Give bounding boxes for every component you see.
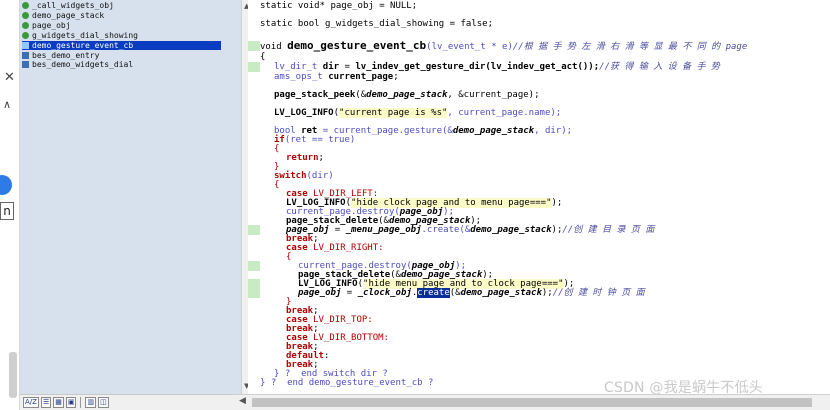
tree-item-label: bes_demo_widgets_dial xyxy=(32,60,134,69)
sort-az-button[interactable]: A/Z xyxy=(23,397,39,408)
change-marker xyxy=(248,225,260,235)
scrollbar-thumb[interactable] xyxy=(9,352,17,398)
code-editor[interactable]: static void* page_obj = NULL; static boo… xyxy=(248,0,830,394)
tree-item-g-widgets-dial-showing[interactable]: g_widgets_dial_showing xyxy=(22,31,222,40)
code-line: if(ret == true) xyxy=(274,135,356,145)
code-line: static void* page_obj = NULL; xyxy=(260,1,418,11)
code-line: page_obj = _menu_page_obj.create(&demo_p… xyxy=(286,225,655,235)
tree-item-label: _call_widgets_obj xyxy=(32,1,114,10)
code-line: { xyxy=(286,252,292,262)
code-line: } ? end demo_gesture_event_cb ? xyxy=(260,378,434,388)
tree-item-call-widgets-obj[interactable]: _call_widgets_obj xyxy=(22,1,222,10)
variable-icon xyxy=(22,12,29,19)
tree-toolbar: A/Z ☰ ▦ ▣ ▥ ◫ xyxy=(20,394,248,410)
tree-item-bes-demo-entry[interactable]: bes_demo_entry xyxy=(22,51,222,60)
change-marker xyxy=(248,41,260,51)
change-marker xyxy=(248,261,260,271)
code-line: switch(dir) xyxy=(274,171,334,181)
function-icon xyxy=(22,42,29,49)
variable-icon xyxy=(22,2,29,9)
editor-horizontal-scrollbar[interactable]: ◀ xyxy=(234,394,830,410)
tree-vertical-scrollbar[interactable]: ▲ ▼ xyxy=(241,0,248,394)
watermark: CSDN @我是蜗牛不低头 xyxy=(604,380,763,394)
variable-icon xyxy=(22,32,29,39)
tree-item-label: bes_demo_entry xyxy=(32,51,100,60)
code-line: { xyxy=(274,180,280,190)
function-icon xyxy=(22,61,29,68)
filter-button[interactable]: ▣ xyxy=(65,397,77,408)
tree-item-label: demo_gesture_event_cb xyxy=(32,41,134,50)
close-icon[interactable]: ✕ xyxy=(4,70,15,85)
code-line: ams_ops_t current_page; xyxy=(274,72,399,82)
code-line: { xyxy=(260,52,266,62)
scroll-left-icon[interactable]: ◀ xyxy=(239,396,246,406)
code-line: return; xyxy=(286,153,324,163)
left-side-strip: ✕ ∧ n xyxy=(0,0,20,410)
list-view-button[interactable]: ☰ xyxy=(40,397,52,408)
tree-item-page-obj[interactable]: page_obj xyxy=(22,21,222,30)
code-line: case LV_DIR_RIGHT: xyxy=(286,243,384,253)
tree-item-label: g_widgets_dial_showing xyxy=(32,31,138,40)
code-line-function-header: void demo_gesture_event_cb(lv_event_t * … xyxy=(260,39,748,52)
chevron-up-icon[interactable]: ∧ xyxy=(3,98,11,111)
grid-view-button[interactable]: ▦ xyxy=(53,397,64,408)
toolbar-divider xyxy=(80,397,82,408)
symbol-tree-panel: _call_widgets_obj demo_page_stack page_o… xyxy=(20,0,248,394)
tree-item-bes-demo-widgets-dial[interactable]: bes_demo_widgets_dial xyxy=(22,60,222,69)
scrollbar-thumb[interactable] xyxy=(252,398,812,407)
change-marker xyxy=(248,62,260,72)
function-icon xyxy=(22,52,29,59)
letter-n-button[interactable]: n xyxy=(0,202,14,220)
code-line: { xyxy=(274,144,280,154)
code-line: static bool g_widgets_dial_showing = fal… xyxy=(260,19,493,29)
code-line: lv_dir_t dir = lv_indev_get_gesture_dir(… xyxy=(274,62,720,72)
tree-item-demo-page-stack[interactable]: demo_page_stack xyxy=(22,11,222,20)
layout-icon[interactable]: ◫ xyxy=(98,397,109,408)
code-line: LV_LOG_INFO("current page is %s", curren… xyxy=(274,108,562,118)
tree-item-demo-gesture-event-cb[interactable]: demo_gesture_event_cb xyxy=(22,41,221,50)
book-icon[interactable]: ▥ xyxy=(85,397,97,408)
change-marker xyxy=(248,288,260,298)
code-line: page_stack_peek(&demo_page_stack, &curre… xyxy=(274,90,540,100)
variable-icon xyxy=(22,22,29,29)
tree-item-label: page_obj xyxy=(32,21,71,30)
code-line: page_obj = _clock_obj.create(&demo_page_… xyxy=(298,288,645,298)
app-circle-icon[interactable] xyxy=(0,175,12,195)
tree-item-label: demo_page_stack xyxy=(32,11,105,20)
